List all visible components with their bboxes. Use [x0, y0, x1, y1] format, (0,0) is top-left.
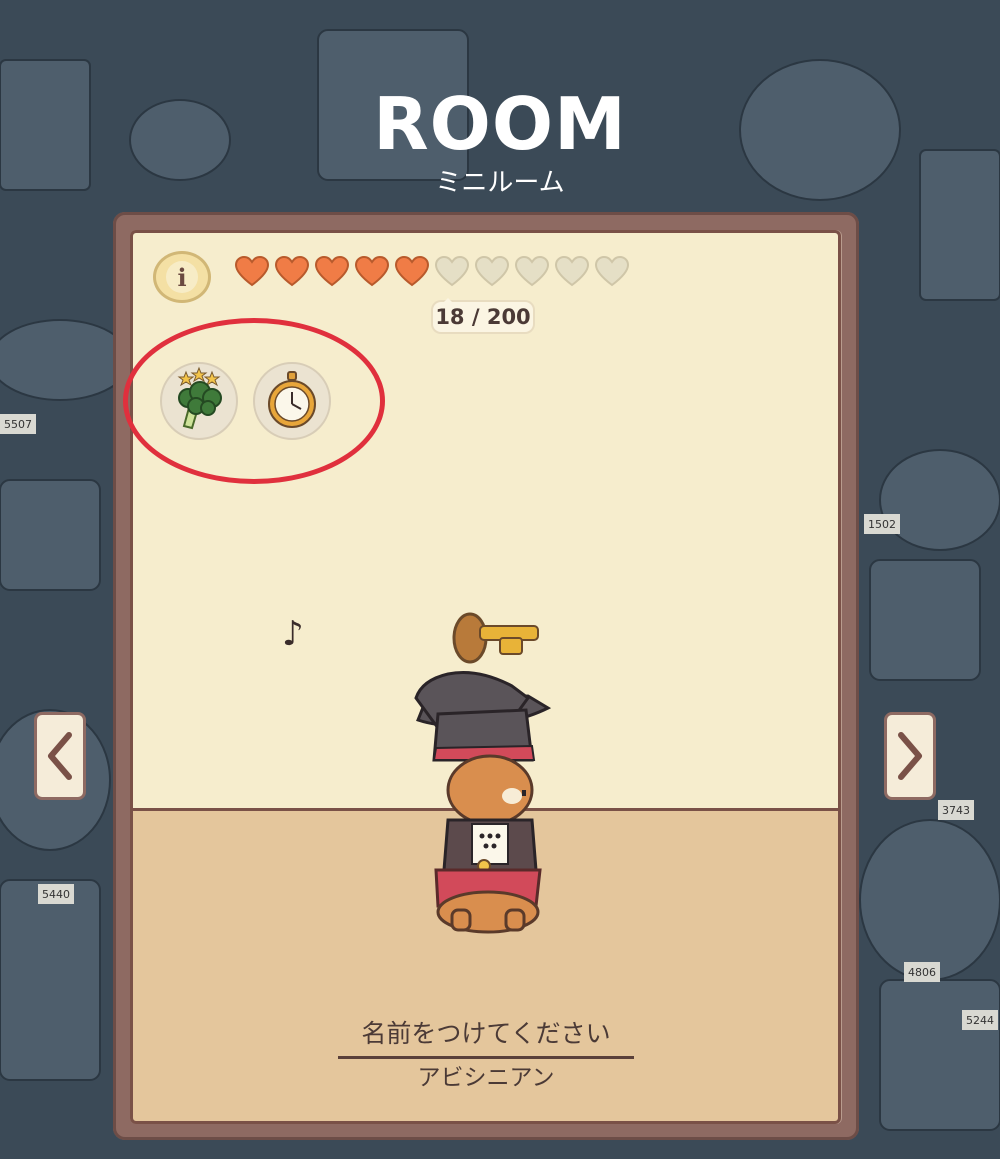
heart-filled-icon: [234, 255, 270, 287]
cat-name-field[interactable]: 名前をつけてください: [338, 1014, 634, 1059]
heart-filled-icon: [394, 255, 430, 287]
heart-filled-icon: [354, 255, 390, 287]
sign-text: 1502: [868, 518, 896, 531]
chevron-left-icon: [48, 732, 72, 780]
sign-text: 5244: [966, 1014, 994, 1027]
stopwatch-icon: [268, 371, 316, 428]
heart-empty-icon: [514, 255, 550, 287]
sign-text: 5440: [42, 888, 70, 901]
page-subtitle: ミニルーム: [435, 168, 565, 198]
affection-progress: 18 / 200: [433, 298, 533, 332]
heart-empty-icon: [594, 255, 630, 287]
next-cat-button[interactable]: [884, 712, 936, 800]
info-button[interactable]: i: [153, 251, 211, 303]
info-icon: i: [166, 261, 198, 293]
heart-empty-icon: [554, 255, 590, 287]
page-title: ROOM: [373, 82, 627, 166]
sign-text: 5507: [4, 418, 32, 431]
chevron-right-icon: [898, 732, 922, 780]
cat-breed: アビシニアン: [417, 1065, 555, 1091]
top-hat: [414, 671, 552, 762]
heart-filled-icon: [274, 255, 310, 287]
heart-filled-icon: [314, 255, 350, 287]
music-note-icon: ♪: [282, 614, 304, 654]
affection-hearts: [234, 255, 630, 289]
sign-text: 4806: [908, 966, 936, 979]
broccoli-status[interactable]: [160, 362, 238, 440]
heart-empty-icon: [434, 255, 470, 287]
heart-empty-icon: [474, 255, 510, 287]
stopwatch-status[interactable]: [253, 362, 331, 440]
previous-cat-button[interactable]: [34, 712, 86, 800]
broccoli-icon: [177, 366, 222, 430]
trumpet-icon: [452, 612, 539, 664]
sign-text: 3743: [942, 804, 970, 817]
cat-character[interactable]: [408, 610, 558, 940]
